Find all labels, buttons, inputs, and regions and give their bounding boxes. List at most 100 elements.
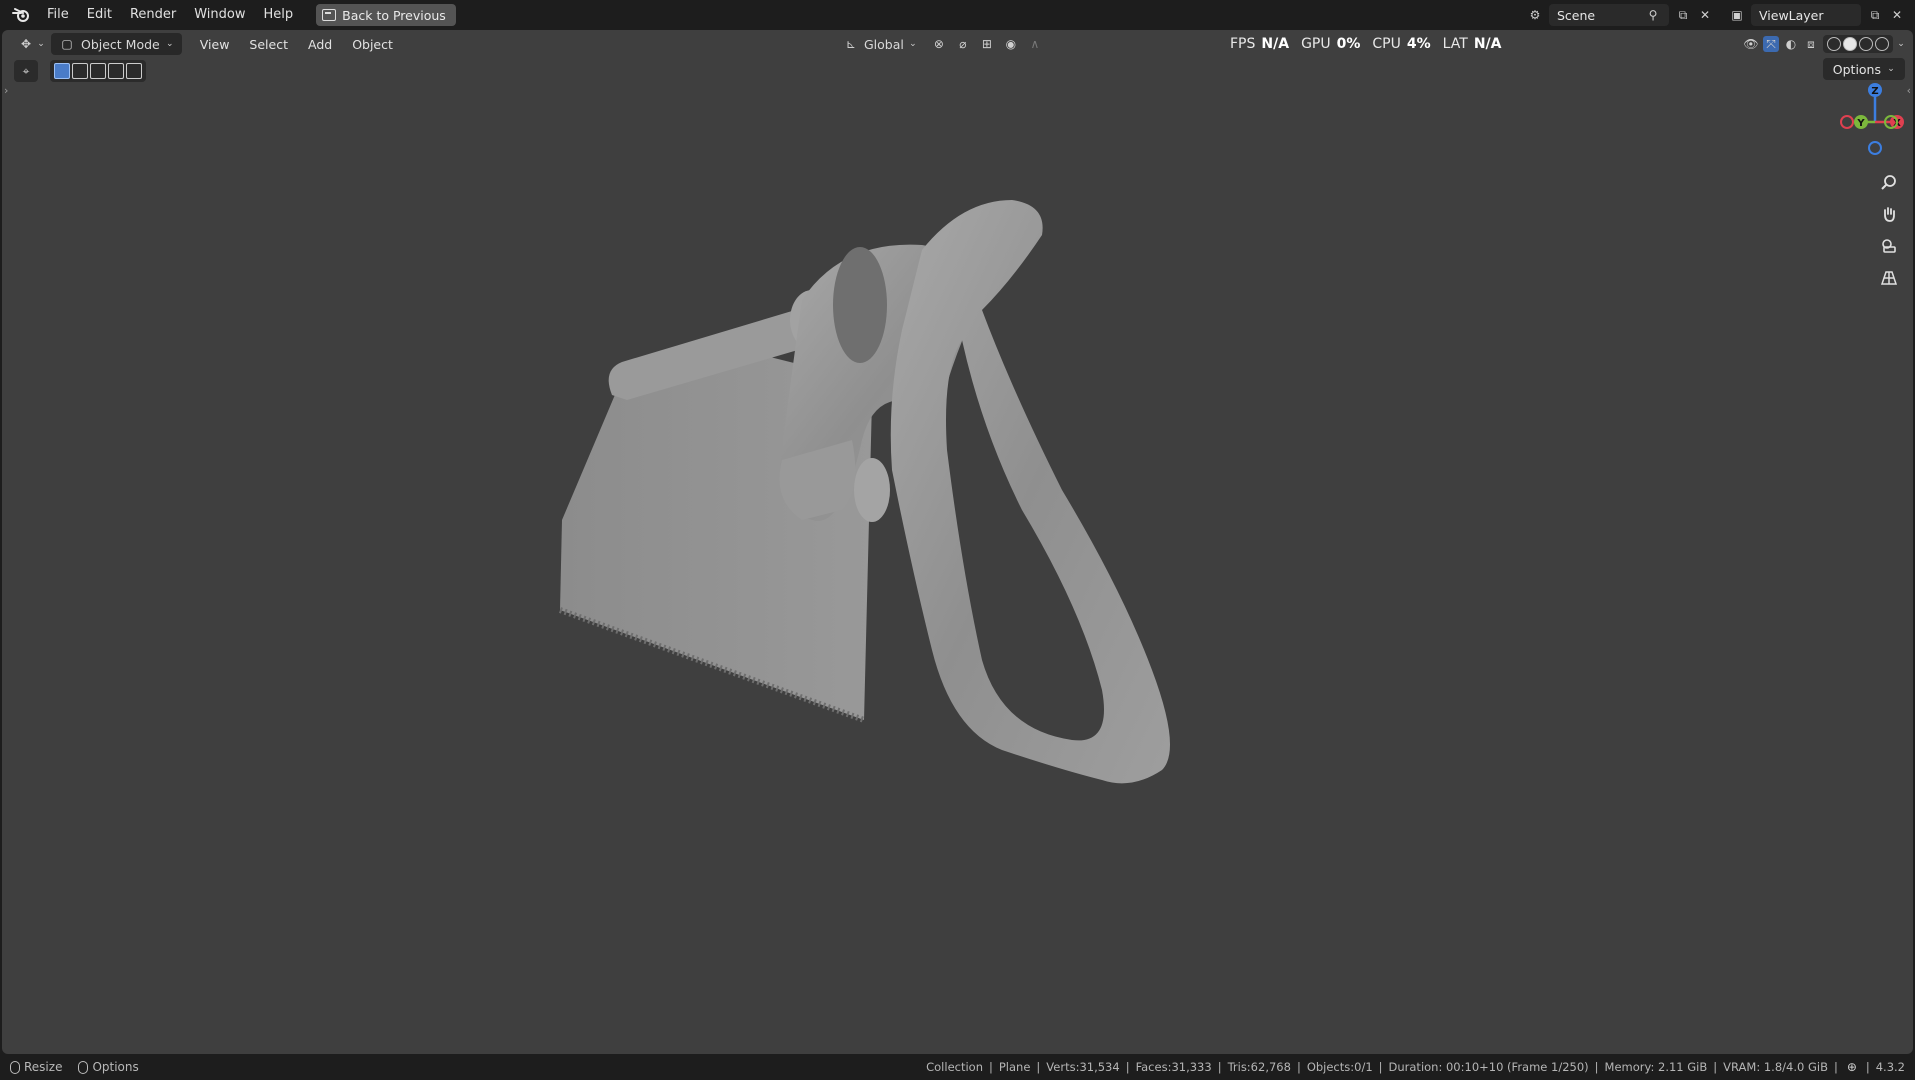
select-intersect-icon[interactable] <box>126 63 142 79</box>
resize-hint: Resize <box>10 1060 62 1074</box>
viewport-display-tools: 👁 ⤧ ◐ ⧈ ⌄ <box>1743 33 1905 55</box>
gizmo-neg-z[interactable] <box>1868 141 1882 155</box>
gpu-label: GPU <box>1301 36 1331 52</box>
3d-viewport[interactable]: ✥ ⌄ ▢ Object Mode ⌄ View Select Add Obje… <box>2 30 1913 1054</box>
scene-field[interactable]: Scene ⚲ <box>1549 4 1669 26</box>
status-bar: Resize Options Collection | Plane | Verts:… <box>0 1054 1915 1080</box>
new-viewlayer-icon[interactable]: ⧉ <box>1867 7 1883 23</box>
cpu-value: 4% <box>1406 36 1431 52</box>
snap-icon[interactable]: ⌀ <box>955 36 971 52</box>
options-hint-label: Options <box>92 1060 139 1074</box>
mouse-right-icon <box>78 1060 89 1074</box>
scene-icon[interactable]: ⚙ <box>1527 7 1543 23</box>
lat-label: LAT <box>1442 36 1468 52</box>
falloff-icon[interactable]: ∧ <box>1027 36 1043 52</box>
gizmo-y-label: Y <box>1856 118 1865 129</box>
orientation-icon: ⊾ <box>845 37 857 51</box>
viewport-menu-add[interactable]: Add <box>298 37 342 52</box>
chevron-down-icon[interactable]: ⌄ <box>1897 36 1905 52</box>
stat-duration: Duration: 00:10+10 (Frame 1/250) <box>1388 1060 1589 1074</box>
back-to-previous-label: Back to Previous <box>342 7 446 23</box>
object-mode-icon: ▢ <box>61 37 73 51</box>
saw-loop-handle <box>890 200 1170 784</box>
editor-type-icon: ✥ <box>20 37 32 51</box>
viewlayer-field[interactable]: ViewLayer <box>1751 4 1861 26</box>
blender-logo-icon[interactable] <box>8 3 34 27</box>
grip-hole <box>833 247 887 363</box>
viewlayer-icon[interactable]: ▣ <box>1729 7 1745 23</box>
cpu-label: CPU <box>1372 36 1401 52</box>
menu-file[interactable]: File <box>38 3 78 27</box>
transform-orientation-dropdown[interactable]: ⊾ Global ⌄ <box>837 33 923 55</box>
menu-window[interactable]: Window <box>185 3 254 27</box>
stat-version: 4.3.2 <box>1875 1060 1905 1074</box>
pivot-point-icon[interactable]: ⊗ <box>931 36 947 52</box>
select-tool-row: ⌖ <box>14 60 146 82</box>
chevron-down-icon: ⌄ <box>37 39 45 49</box>
solid-shading-icon[interactable] <box>1843 37 1857 51</box>
chevron-down-icon: ⌄ <box>165 39 174 49</box>
top-menu-bar: File Edit Render Window Help Back to Pre… <box>0 0 1915 30</box>
new-scene-icon[interactable]: ⧉ <box>1675 7 1691 23</box>
delete-viewlayer-icon[interactable]: ✕ <box>1889 7 1905 23</box>
rendered-shading-icon[interactable] <box>1875 37 1889 51</box>
object-mode-dropdown[interactable]: ▢ Object Mode ⌄ <box>51 33 182 55</box>
stat-tris: Tris:62,768 <box>1227 1060 1291 1074</box>
snap-target-icon[interactable]: ⊞ <box>979 36 995 52</box>
overlay-icon[interactable]: ◐ <box>1783 36 1799 52</box>
select-new-icon[interactable] <box>54 63 70 79</box>
viewport-menu-object[interactable]: Object <box>342 37 403 52</box>
stat-object: Plane <box>998 1060 1031 1074</box>
pan-hand-icon[interactable] <box>1877 202 1901 226</box>
resize-label: Resize <box>24 1060 63 1074</box>
options-hint: Options <box>78 1060 139 1074</box>
perspective-grid-icon[interactable] <box>1877 266 1901 290</box>
pin-icon[interactable]: ⚲ <box>1645 7 1661 23</box>
fps-value: N/A <box>1261 36 1290 52</box>
scene-viewlayer-controls: ⚙ Scene ⚲ ⧉ ✕ ▣ ViewLayer ⧉ ✕ <box>1527 3 1905 27</box>
cursor-tool-icon: ⌖ <box>22 63 30 78</box>
stat-collection: Collection <box>926 1060 983 1074</box>
stat-memory: Memory: 2.11 GiB <box>1604 1060 1708 1074</box>
wireframe-shading-icon[interactable] <box>1827 37 1841 51</box>
active-tool-box[interactable]: ⌖ <box>14 60 38 82</box>
gizmo-toggle-icon[interactable]: ⤧ <box>1763 36 1779 52</box>
viewlayer-name: ViewLayer <box>1759 7 1824 23</box>
gizmo-neg-x[interactable] <box>1840 115 1854 129</box>
zoom-icon[interactable] <box>1877 170 1901 194</box>
menu-render[interactable]: Render <box>121 3 185 27</box>
select-subtract-icon[interactable] <box>90 63 106 79</box>
menu-help[interactable]: Help <box>255 3 303 27</box>
select-extend-icon[interactable] <box>72 63 88 79</box>
fps-label: FPS <box>1230 36 1256 52</box>
editor-type-selector[interactable]: ✥ ⌄ <box>12 33 51 55</box>
status-shortcuts: Resize Options <box>10 1060 139 1074</box>
window-icon <box>322 9 337 21</box>
chevron-down-icon: ⌄ <box>909 39 917 49</box>
navigation-buttons <box>1877 170 1901 290</box>
orientation-label: Global <box>864 36 904 52</box>
globe-icon[interactable]: ⊕ <box>1844 1059 1860 1075</box>
saw-model-mesh[interactable] <box>542 190 1362 970</box>
back-to-previous-button[interactable]: Back to Previous <box>316 4 456 26</box>
stat-vram: VRAM: 1.8/4.0 GiB <box>1723 1060 1828 1074</box>
mouse-left-icon <box>10 1060 20 1074</box>
menu-edit[interactable]: Edit <box>78 3 121 27</box>
select-invert-icon[interactable] <box>108 63 124 79</box>
transform-tools: ⊾ Global ⌄ ⊗ ⌀ ⊞ ◉ ∧ <box>837 33 1043 55</box>
navigation-gizmo[interactable]: Z X Y <box>1823 70 1913 160</box>
xray-icon[interactable]: ⧈ <box>1803 36 1819 52</box>
delete-scene-icon[interactable]: ✕ <box>1697 7 1713 23</box>
camera-view-icon[interactable] <box>1877 234 1901 258</box>
scene-name: Scene <box>1557 7 1596 23</box>
viewport-menu-view[interactable]: View <box>190 37 240 52</box>
stat-objects: Objects:0/1 <box>1306 1060 1373 1074</box>
proportional-edit-icon[interactable]: ◉ <box>1003 36 1019 52</box>
stat-faces: Faces:31,333 <box>1135 1060 1212 1074</box>
shading-mode-group <box>1823 35 1893 53</box>
visibility-icon[interactable]: 👁 <box>1743 36 1759 52</box>
scene-statistics: Collection | Plane | Verts:31,534 | Faces:3… <box>926 1059 1905 1075</box>
viewport-menu-select[interactable]: Select <box>239 37 298 52</box>
material-shading-icon[interactable] <box>1859 37 1873 51</box>
toolbar-expand-icon[interactable]: › <box>4 84 8 97</box>
